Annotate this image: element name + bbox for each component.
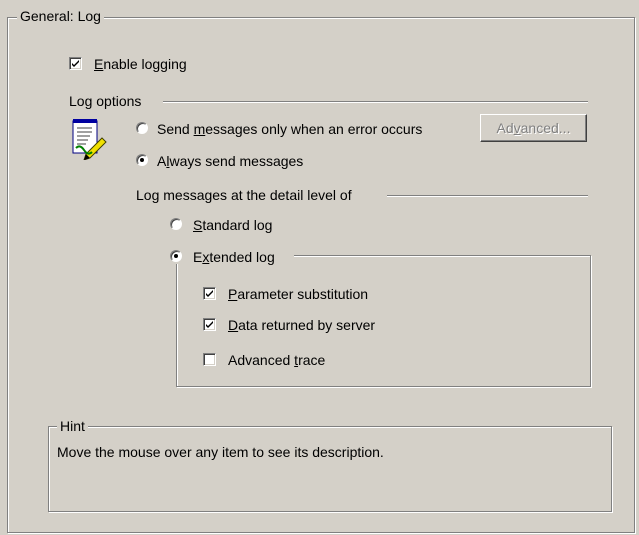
advanced-button[interactable]: Ad v anced... <box>480 114 587 142</box>
radio-always-send[interactable] <box>136 154 148 166</box>
radio-send-on-error-label[interactable]: Send messages only when an error occurs <box>157 121 422 137</box>
enable-logging-checkbox[interactable] <box>69 57 82 70</box>
hint-text: Move the mouse over any item to see its … <box>57 444 384 460</box>
checkmark-icon <box>206 321 213 328</box>
detail-level-separator <box>387 195 588 196</box>
detail-level-title: Log messages at the detail level of <box>136 187 352 203</box>
log-options-separator <box>163 101 588 102</box>
radio-standard-log[interactable] <box>170 218 182 230</box>
hint-title: Hint <box>57 418 88 434</box>
log-options-title: Log options <box>69 93 142 109</box>
advanced-trace-checkbox[interactable] <box>203 353 216 366</box>
advanced-trace-label[interactable]: Advanced trace <box>228 352 325 368</box>
checkmark-icon <box>206 290 213 297</box>
param-substitution-label[interactable]: Parameter substitution <box>228 286 368 302</box>
general-log-title: General: Log <box>17 8 104 24</box>
radio-send-on-error[interactable] <box>136 122 148 134</box>
radio-standard-log-label[interactable]: Standard log <box>193 217 272 233</box>
enable-logging-label[interactable]: Enable logging <box>94 56 187 72</box>
checkmark-icon <box>72 60 79 67</box>
hint-group <box>48 426 612 512</box>
data-returned-label[interactable]: Data returned by server <box>228 317 375 333</box>
radio-selected-dot <box>174 254 178 258</box>
notepad-pencil-icon <box>72 118 108 161</box>
radio-extended-log-label[interactable]: Extended log <box>193 249 275 265</box>
radio-selected-dot <box>140 158 144 162</box>
param-substitution-checkbox[interactable] <box>203 287 216 300</box>
radio-always-send-label[interactable]: Always send messages <box>157 153 303 169</box>
data-returned-checkbox[interactable] <box>203 318 216 331</box>
radio-extended-log[interactable] <box>170 250 182 262</box>
